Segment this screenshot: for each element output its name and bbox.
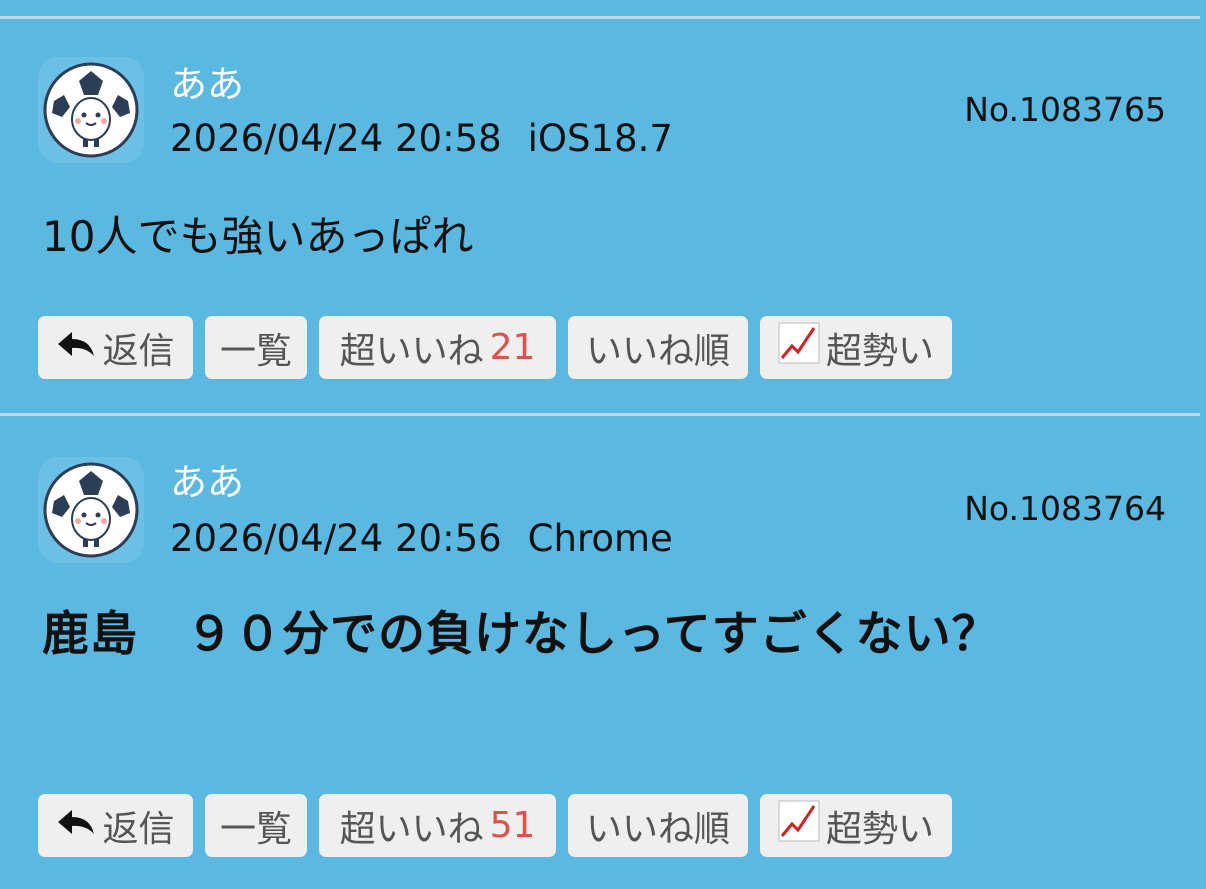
post-number[interactable]: No.1083764 xyxy=(964,492,1166,525)
super-like-count: 51 xyxy=(489,805,536,846)
super-like-label: 超いいね xyxy=(339,808,484,850)
author-name: ああ xyxy=(170,63,244,106)
reply-button[interactable]: 返信 xyxy=(38,316,193,379)
list-label: 一覧 xyxy=(219,808,292,850)
avatar[interactable] xyxy=(38,457,144,563)
trending-label: 超勢い xyxy=(825,808,934,850)
super-like-button[interactable]: 超いいね 51 xyxy=(319,794,556,857)
post-date: 2026/04/24 20:58 xyxy=(170,117,502,160)
post-client: Chrome xyxy=(527,517,673,560)
soccer-ball-mascot-icon xyxy=(43,462,139,558)
list-button[interactable]: 一覧 xyxy=(205,794,307,857)
trending-button[interactable]: 超勢い xyxy=(760,794,952,857)
post-meta: 2026/04/24 20:58 iOS18.7 xyxy=(170,120,673,157)
reply-label: 返信 xyxy=(102,330,175,372)
trending-label: 超勢い xyxy=(825,330,934,372)
like-order-label: いいね順 xyxy=(585,808,730,850)
reply-label: 返信 xyxy=(102,808,175,850)
post-body: 鹿島 ９０分での負けなしってすごくない？ xyxy=(42,607,1000,662)
reply-arrow-icon xyxy=(56,805,96,846)
trending-button[interactable]: 超勢い xyxy=(760,316,952,379)
avatar[interactable] xyxy=(38,57,144,163)
post-meta: 2026/04/24 20:56 Chrome xyxy=(170,520,673,557)
post-body: 10人でも強いあっぱれ xyxy=(42,212,474,261)
super-like-count: 21 xyxy=(489,327,536,368)
soccer-ball-mascot-icon xyxy=(43,62,139,158)
reply-button[interactable]: 返信 xyxy=(38,794,193,857)
super-like-button[interactable]: 超いいね 21 xyxy=(319,316,556,379)
list-button[interactable]: 一覧 xyxy=(205,316,307,379)
like-order-button[interactable]: いいね順 xyxy=(568,794,748,857)
author-name: ああ xyxy=(170,461,244,504)
like-order-button[interactable]: いいね順 xyxy=(568,316,748,379)
post-client: iOS18.7 xyxy=(527,117,673,160)
like-order-label: いいね順 xyxy=(585,330,730,372)
chart-increasing-icon xyxy=(778,800,820,851)
post-divider xyxy=(0,413,1200,416)
post-date: 2026/04/24 20:56 xyxy=(170,517,502,560)
super-like-label: 超いいね xyxy=(339,330,484,372)
reply-arrow-icon xyxy=(56,327,96,368)
chart-increasing-icon xyxy=(778,322,820,373)
list-label: 一覧 xyxy=(219,330,292,372)
post-number[interactable]: No.1083765 xyxy=(964,93,1166,126)
post-divider xyxy=(0,16,1200,19)
